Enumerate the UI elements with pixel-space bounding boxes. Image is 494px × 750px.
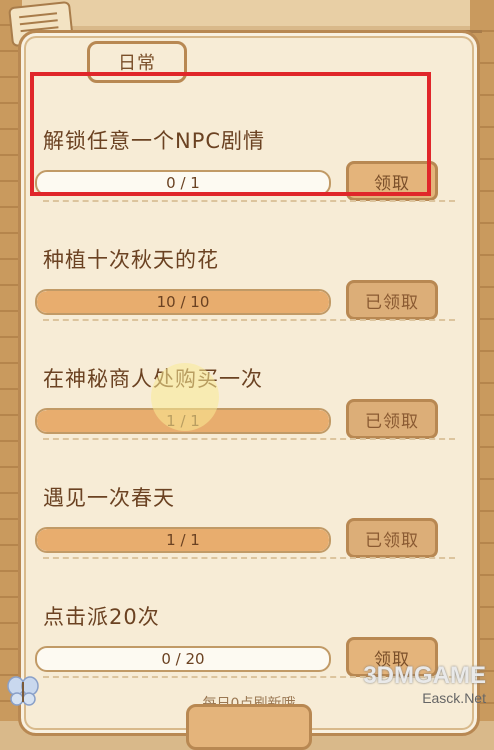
watermark-site: Easck.Net	[422, 690, 486, 706]
watermark-brand: 3DMGAME	[363, 662, 486, 689]
claimed-button[interactable]: 已领取	[346, 399, 438, 439]
quest-row: 在神秘商人处购买一次1 / 1已领取	[21, 327, 477, 446]
butterfly-icon	[6, 674, 40, 708]
progress-bar: 1 / 1	[35, 527, 331, 553]
progress-text: 0 / 20	[161, 650, 205, 668]
quest-title: 遇见一次春天	[43, 486, 175, 510]
dashed-divider	[43, 438, 455, 440]
highlight-box	[30, 72, 431, 196]
bottom-button[interactable]	[186, 704, 312, 750]
progress-text: 1 / 1	[166, 531, 200, 549]
dashed-divider	[43, 319, 455, 321]
quest-title: 种植十次秋天的花	[43, 248, 219, 272]
progress-bar: 10 / 10	[35, 289, 331, 315]
claimed-button[interactable]: 已领取	[346, 280, 438, 320]
watermark-mascot	[151, 363, 219, 431]
quest-title: 点击派20次	[43, 605, 160, 629]
dashed-divider	[43, 200, 455, 202]
watermark-text: 3DMGAME Easck.Net	[363, 662, 486, 706]
claimed-button[interactable]: 已领取	[346, 518, 438, 558]
progress-bar: 0 / 20	[35, 646, 331, 672]
top-right-decoration	[412, 0, 482, 33]
quest-row: 种植十次秋天的花 10 / 10 已领取	[21, 208, 477, 327]
progress-text: 10 / 10	[156, 293, 210, 311]
dashed-divider	[43, 557, 455, 559]
quest-row: 遇见一次春天 1 / 1 已领取	[21, 446, 477, 565]
